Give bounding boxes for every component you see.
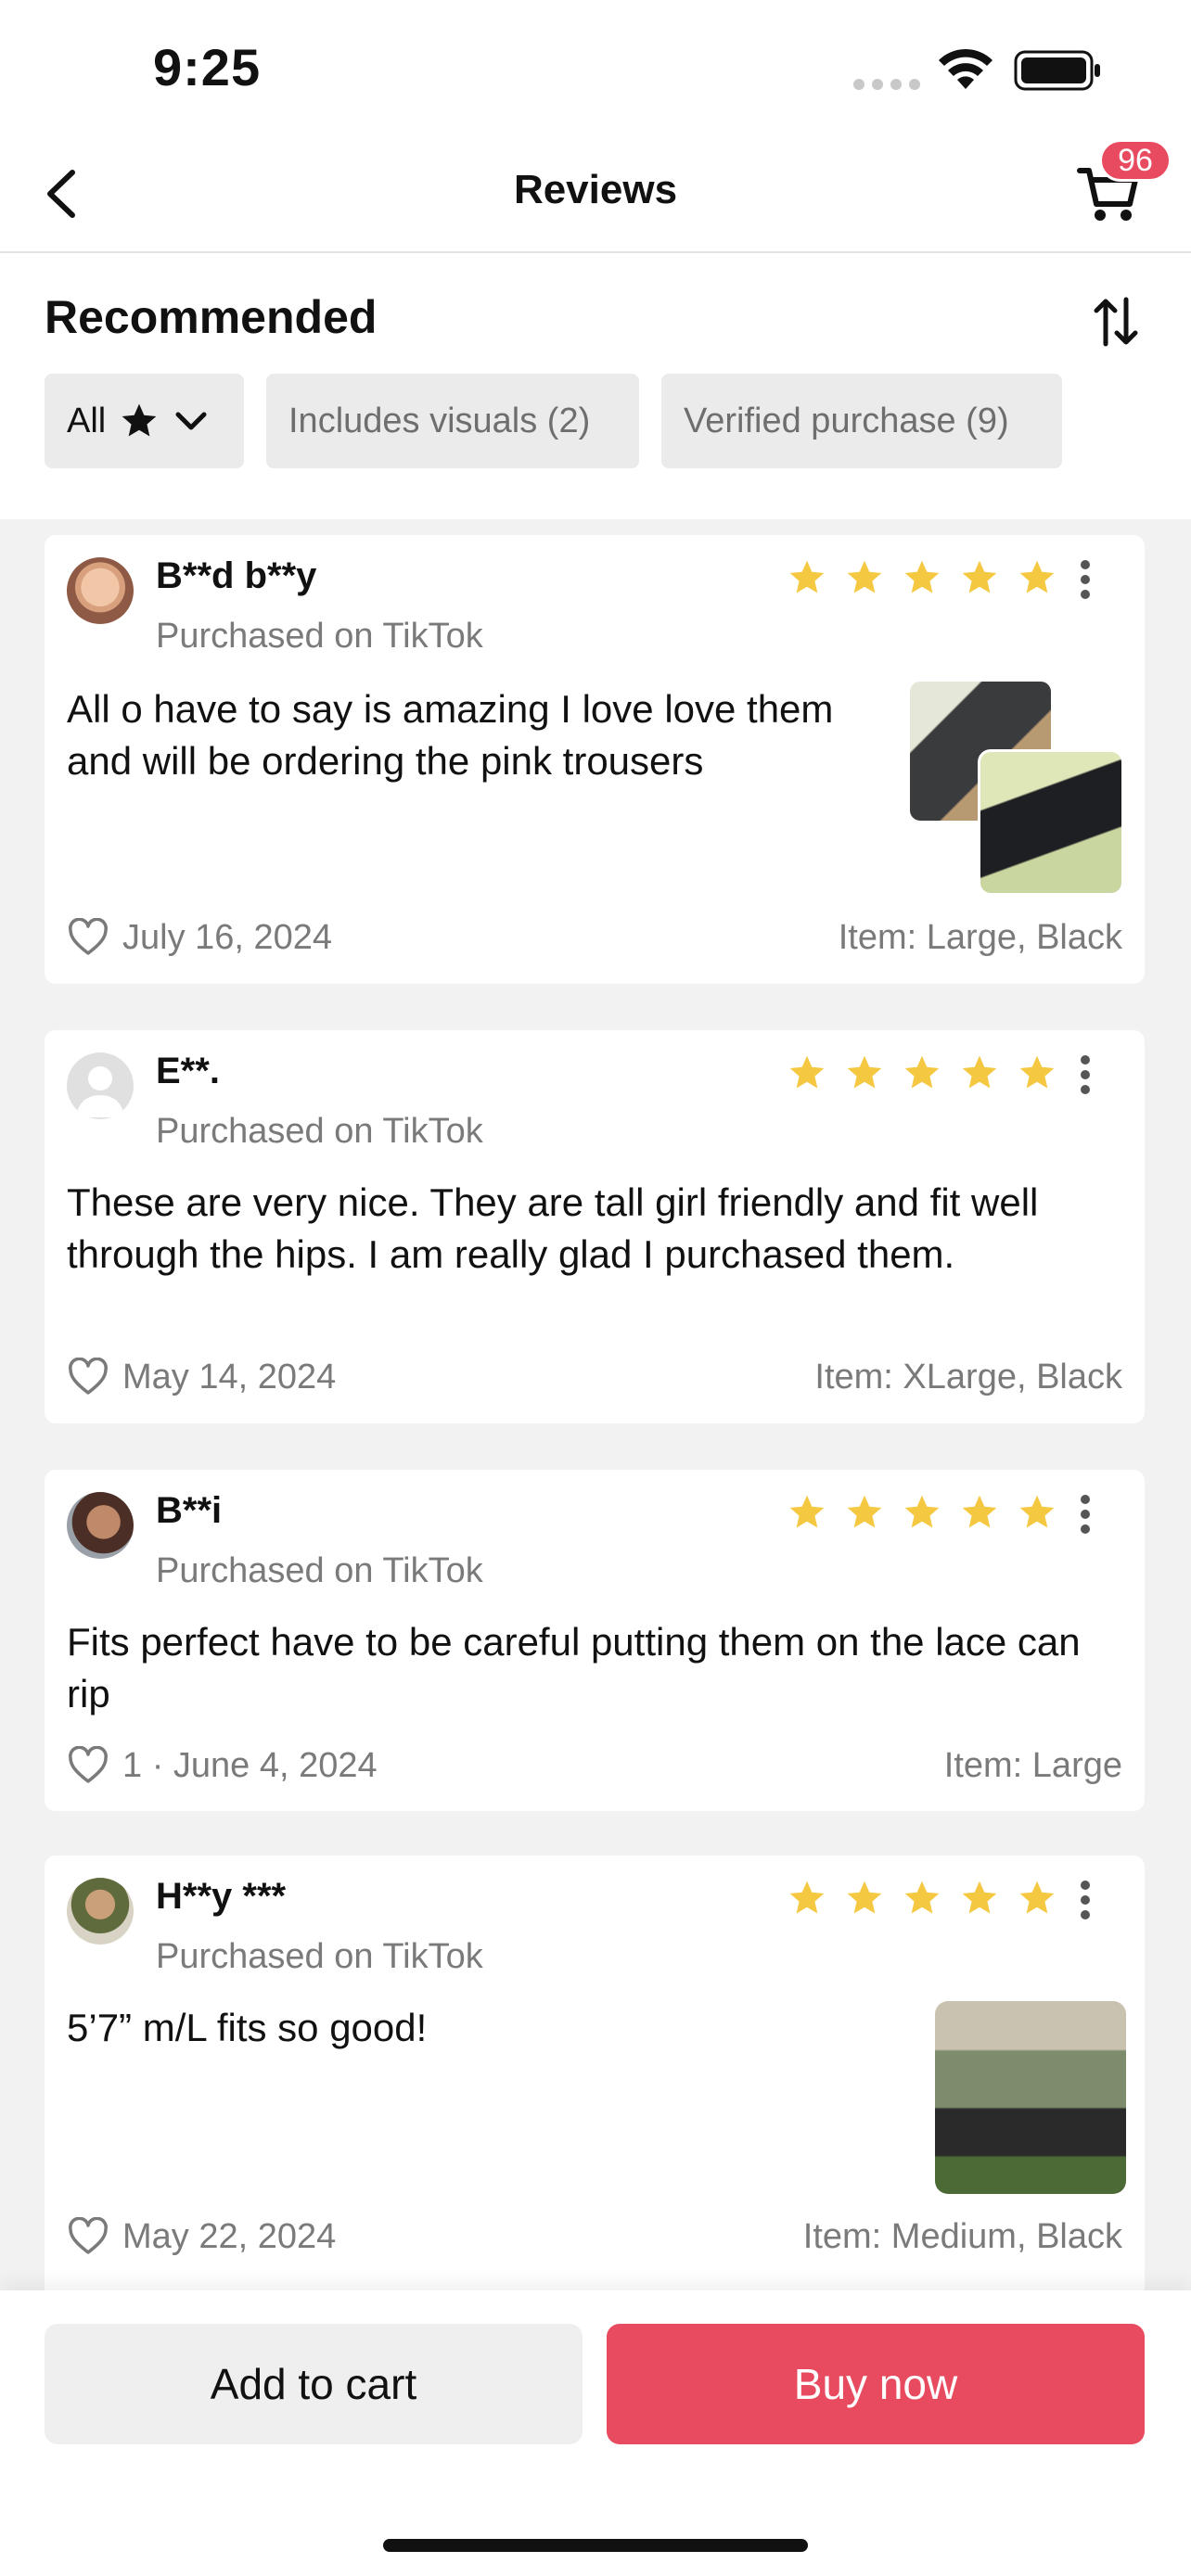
sort-label[interactable]: Recommended <box>45 290 377 344</box>
star-icon <box>1019 1881 1055 1914</box>
add-to-cart-button[interactable]: Add to cart <box>45 2324 583 2444</box>
more-options-icon[interactable] <box>1080 1054 1091 1095</box>
star-rating <box>787 1492 1057 1533</box>
more-options-icon[interactable] <box>1080 559 1091 600</box>
star-icon <box>904 1881 940 1914</box>
review-text: 5’7” m/L fits so good! <box>67 2006 428 2049</box>
item-variant: Item: Medium, Black <box>802 2216 1122 2256</box>
review-card[interactable]: B**d b**y Purchased on TikTok All o have… <box>45 535 1145 984</box>
like-count-and-date: 1 · June 4, 2024 <box>122 1745 378 1785</box>
star-rating <box>787 557 1057 598</box>
more-options-icon[interactable] <box>1080 1494 1091 1535</box>
buy-now-button[interactable]: Buy now <box>607 2324 1145 2444</box>
star-rating <box>787 1052 1057 1093</box>
status-time: 9:25 <box>153 38 262 96</box>
cart-count-badge: 96 <box>1099 139 1172 182</box>
star-icon <box>847 560 882 593</box>
filter-chip-all[interactable]: All <box>45 374 244 468</box>
review-card[interactable]: E**. Purchased on TikTok These are very … <box>45 1030 1145 1423</box>
page-title: Reviews <box>513 167 678 212</box>
review-text: Fits perfect have to be careful putting … <box>67 1620 1081 1715</box>
purchase-source: Purchased on TikTok <box>156 1551 483 1590</box>
more-options-icon[interactable] <box>1080 1880 1091 1920</box>
purchase-source: Purchased on TikTok <box>156 1937 483 1976</box>
star-icon <box>789 1881 825 1914</box>
star-icon <box>962 1055 997 1089</box>
review-footer: 1 · June 4, 2024 Item: Large <box>67 1742 1122 1789</box>
reviewer-name: B**d b**y <box>156 555 317 596</box>
star-icon <box>904 1495 940 1528</box>
star-icon <box>789 1055 825 1089</box>
star-rating <box>787 1878 1057 1919</box>
star-icon <box>847 1881 882 1914</box>
review-date: May 14, 2024 <box>122 1357 337 1396</box>
star-icon <box>904 560 940 593</box>
avatar[interactable] <box>67 1052 134 1119</box>
purchase-source: Purchased on TikTok <box>156 1112 483 1151</box>
reviewer-name: H**y *** <box>156 1876 287 1917</box>
item-variant: Item: Large <box>943 1745 1122 1785</box>
item-variant: Item: Large, Black <box>838 917 1122 957</box>
star-icon <box>122 403 157 437</box>
review-date: May 22, 2024 <box>122 2216 337 2256</box>
filter-chip-includes-visuals[interactable]: Includes visuals (2) <box>266 374 639 468</box>
star-icon <box>789 560 825 593</box>
star-icon <box>1019 1055 1055 1089</box>
heart-icon[interactable] <box>67 918 109 957</box>
star-icon <box>789 1495 825 1528</box>
home-indicator[interactable] <box>383 2539 808 2552</box>
reviewer-name: B**i <box>156 1490 223 1531</box>
wifi-icon <box>939 48 992 89</box>
star-icon <box>847 1055 882 1089</box>
star-icon <box>904 1055 940 1089</box>
heart-icon[interactable] <box>67 2217 109 2256</box>
review-footer: May 22, 2024 Item: Medium, Black <box>67 2213 1122 2260</box>
filter-chip-label: Verified purchase (9) <box>684 401 1009 440</box>
review-card[interactable]: B**i Purchased on TikTok Fits perfect ha… <box>45 1470 1145 1811</box>
avatar[interactable] <box>67 1492 134 1559</box>
filter-chip-label: Includes visuals (2) <box>288 401 591 440</box>
star-icon <box>962 1495 997 1528</box>
review-footer: July 16, 2024 Item: Large, Black <box>67 914 1122 961</box>
sort-icon[interactable] <box>1093 296 1139 348</box>
signal-icon <box>853 79 920 90</box>
star-icon <box>962 560 997 593</box>
purchase-source: Purchased on TikTok <box>156 617 483 656</box>
chevron-down-icon <box>175 412 207 430</box>
filter-chip-verified-purchase[interactable]: Verified purchase (9) <box>661 374 1062 468</box>
review-date: July 16, 2024 <box>122 917 333 957</box>
default-avatar-icon <box>76 1066 124 1117</box>
heart-icon[interactable] <box>67 1746 109 1785</box>
battery-icon <box>1014 50 1100 91</box>
status-bar: 9:25 <box>0 0 1191 139</box>
star-icon <box>847 1495 882 1528</box>
star-icon <box>1019 560 1055 593</box>
heart-icon[interactable] <box>67 1358 109 1396</box>
filter-chip-label: All <box>67 401 107 440</box>
review-controls: Recommended All Includes visuals (2) Ver… <box>0 253 1191 519</box>
review-photo[interactable] <box>935 2001 1126 2194</box>
review-photo[interactable] <box>978 749 1124 896</box>
review-text: These are very nice. They are tall girl … <box>67 1180 1039 1276</box>
item-variant: Item: XLarge, Black <box>814 1357 1122 1396</box>
avatar[interactable] <box>67 557 134 624</box>
review-footer: May 14, 2024 Item: XLarge, Black <box>67 1354 1122 1400</box>
star-icon <box>962 1881 997 1914</box>
bottom-action-bar: Add to cart Buy now <box>0 2290 1191 2576</box>
review-text: All o have to say is amazing I love love… <box>67 687 834 783</box>
avatar[interactable] <box>67 1878 134 1945</box>
review-card[interactable]: H**y *** Purchased on TikTok 5’7” m/L fi… <box>45 1855 1145 2301</box>
star-icon <box>1019 1495 1055 1528</box>
reviewer-name: E**. <box>156 1051 220 1091</box>
nav-header: Reviews 96 <box>0 139 1191 253</box>
